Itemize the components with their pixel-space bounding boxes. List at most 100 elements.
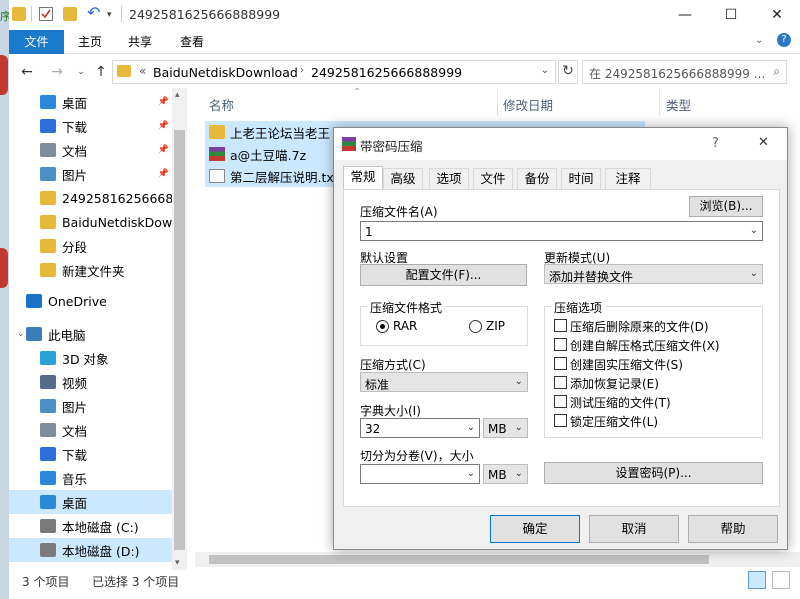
archive-name-input[interactable]: 1 ⌄ — [360, 221, 763, 241]
chevron-down-icon[interactable]: ⌄ — [515, 422, 523, 433]
tab-view[interactable]: 查看 — [168, 30, 216, 54]
large-icons-view-icon[interactable] — [772, 571, 790, 589]
format-rar-label[interactable]: RAR — [393, 319, 417, 333]
chevron-down-icon[interactable]: ⌄ — [515, 376, 523, 387]
option-checkbox[interactable] — [554, 319, 567, 332]
format-zip-label[interactable]: ZIP — [486, 319, 505, 333]
tab-home[interactable]: 主页 — [66, 30, 114, 54]
option-label[interactable]: 压缩后删除原来的文件(D) — [570, 318, 709, 335]
profiles-button[interactable]: 配置文件(F)... — [360, 264, 527, 286]
chevron-down-icon[interactable]: ⌄ — [755, 35, 763, 46]
expand-chevron-icon[interactable]: ⌄ — [17, 329, 25, 339]
option-label[interactable]: 创建固实压缩文件(S) — [570, 356, 683, 373]
option-checkbox[interactable] — [554, 338, 567, 351]
sidebar-item[interactable]: 分段 — [9, 234, 173, 258]
sidebar-item[interactable]: 桌面 — [9, 490, 173, 514]
dictionary-size-select[interactable]: 32 ⌄ — [360, 418, 480, 438]
sidebar-item[interactable]: 图片 — [9, 394, 173, 418]
sidebar-item[interactable]: 本地磁盘 (D:) — [9, 538, 173, 562]
sidebar-item[interactable]: 本地磁盘 (C:) — [9, 514, 173, 538]
breadcrumb-segment[interactable]: 2492581625666888999 — [311, 65, 462, 80]
update-mode-select[interactable]: 添加并替换文件 ⌄ — [544, 264, 763, 284]
horizontal-scrollbar[interactable] — [195, 552, 800, 567]
set-password-button[interactable]: 设置密码(P)... — [544, 462, 763, 484]
chevron-down-icon[interactable]: ⌄ — [750, 268, 758, 279]
sidebar-item[interactable]: 下载 📌 — [9, 114, 173, 138]
tab-comment[interactable]: 注释 — [605, 168, 651, 189]
column-header-name[interactable]: 名称 — [209, 95, 234, 114]
address-input[interactable]: « BaiduNetdiskDownload › 249258162566688… — [112, 60, 556, 84]
column-header-type[interactable]: 类型 — [666, 95, 691, 114]
sidebar-item[interactable]: OneDrive — [9, 289, 173, 313]
cancel-button[interactable]: 取消 — [589, 515, 679, 543]
ok-button[interactable]: 确定 — [490, 515, 580, 543]
scroll-up-icon[interactable]: ▴ — [175, 90, 180, 100]
tab-general[interactable]: 常规 — [343, 166, 383, 190]
close-icon[interactable]: ✕ — [758, 135, 769, 150]
dictionary-unit-select[interactable]: MB ⌄ — [483, 418, 528, 438]
new-folder-icon[interactable] — [63, 7, 77, 21]
chevron-down-icon[interactable]: ▾ — [107, 10, 121, 24]
option-label[interactable]: 锁定压缩文件(L) — [570, 413, 658, 430]
chevron-down-icon[interactable]: ⌄ — [750, 225, 758, 236]
option-checkbox[interactable] — [554, 414, 567, 427]
sidebar-item[interactable]: ⌄ 此电脑 — [9, 322, 173, 346]
tab-advanced[interactable]: 高级 — [383, 168, 423, 189]
format-zip-radio[interactable] — [469, 320, 482, 333]
tab-share[interactable]: 共享 — [116, 30, 164, 54]
option-label[interactable]: 创建自解压格式压缩文件(X) — [570, 337, 720, 354]
recent-locations-chevron-icon[interactable]: ⌄ — [71, 62, 91, 82]
help-button[interactable]: 帮助 — [688, 515, 778, 543]
option-checkbox[interactable] — [554, 357, 567, 370]
breadcrumb-overflow[interactable]: « — [139, 64, 146, 78]
scroll-down-icon[interactable]: ▾ — [175, 558, 180, 568]
search-input[interactable]: 在 2492581625666888999 ... ⌕ — [582, 60, 787, 84]
sidebar-item[interactable]: 视频 — [9, 370, 173, 394]
minimize-button[interactable]: — — [662, 0, 708, 30]
sidebar-item[interactable]: 文档 — [9, 418, 173, 442]
option-label[interactable]: 测试压缩的文件(T) — [570, 394, 671, 411]
nav-scrollbar-thumb[interactable] — [174, 130, 185, 550]
sidebar-item[interactable]: 3D 对象 — [9, 346, 173, 370]
nav-scrollbar[interactable]: ▴ ▾ — [172, 88, 187, 570]
back-arrow-icon[interactable]: ← — [17, 62, 37, 82]
sidebar-item[interactable]: BaiduNetdiskDown — [9, 210, 173, 234]
tab-options[interactable]: 选项 — [429, 168, 469, 189]
help-icon[interactable]: ? — [712, 136, 719, 151]
tab-backup[interactable]: 备份 — [517, 168, 557, 189]
compression-method-select[interactable]: 标准 ⌄ — [360, 372, 528, 392]
column-header-date[interactable]: 修改日期 — [503, 95, 553, 114]
horizontal-scrollbar-thumb[interactable] — [209, 555, 709, 564]
option-checkbox[interactable] — [554, 395, 567, 408]
sidebar-item[interactable]: 下载 — [9, 442, 173, 466]
chevron-down-icon[interactable]: ⌄ — [541, 65, 549, 76]
refresh-icon[interactable]: ↻ — [558, 60, 578, 84]
browse-button[interactable]: 浏览(B)... — [689, 196, 763, 217]
properties-icon[interactable] — [39, 7, 53, 21]
option-label[interactable]: 添加恢复记录(E) — [570, 375, 659, 392]
maximize-button[interactable]: ☐ — [708, 0, 754, 30]
breadcrumb-segment[interactable]: BaiduNetdiskDownload — [153, 65, 298, 80]
split-unit-select[interactable]: MB ⌄ — [483, 464, 528, 484]
tab-time[interactable]: 时间 — [561, 168, 601, 189]
chevron-down-icon[interactable]: ⌄ — [515, 468, 523, 479]
help-icon[interactable]: ? — [777, 33, 791, 47]
tab-files[interactable]: 文件 — [473, 168, 513, 189]
format-rar-radio[interactable] — [376, 320, 389, 333]
close-button[interactable]: ✕ — [754, 0, 800, 30]
sidebar-item[interactable]: 新建文件夹 — [9, 258, 173, 282]
chevron-down-icon[interactable]: ⌄ — [467, 422, 475, 433]
sidebar-item[interactable]: 249258162566688 — [9, 186, 173, 210]
breadcrumb-separator-icon[interactable]: › — [300, 65, 304, 76]
details-view-icon[interactable] — [748, 571, 766, 589]
split-size-input[interactable]: ⌄ — [360, 464, 480, 484]
option-checkbox[interactable] — [554, 376, 567, 389]
sidebar-item[interactable]: 文档 📌 — [9, 138, 173, 162]
sidebar-item[interactable]: 图片 📌 — [9, 162, 173, 186]
up-arrow-icon[interactable]: ↑ — [91, 62, 111, 82]
undo-icon[interactable]: ↶ — [87, 5, 101, 21]
forward-arrow-icon[interactable]: → — [47, 62, 67, 82]
chevron-down-icon[interactable]: ⌄ — [467, 468, 475, 479]
sidebar-item[interactable]: 桌面 📌 — [9, 90, 173, 114]
tab-file[interactable]: 文件 — [9, 30, 64, 54]
